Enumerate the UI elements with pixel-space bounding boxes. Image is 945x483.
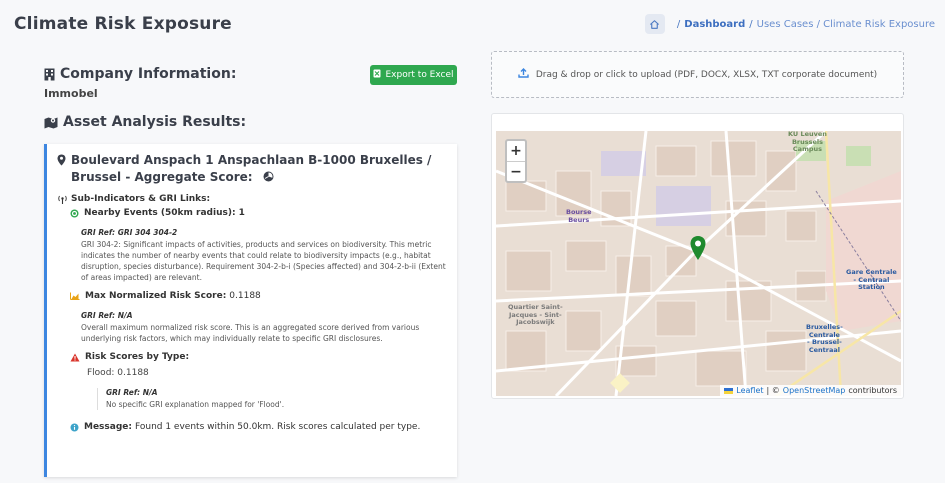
gri-description: No specific GRI explanation mapped for '… bbox=[106, 400, 285, 409]
map-label-bruxelles-centrale: Bruxelles- Centrale - Brussel- Centraal bbox=[806, 323, 843, 354]
chart-pie-icon bbox=[263, 171, 274, 182]
chart-area-icon bbox=[70, 292, 80, 300]
company-info-title: Company Information: bbox=[60, 66, 237, 82]
leaflet-link[interactable]: Leaflet bbox=[736, 386, 763, 395]
breadcrumb: / Dashboard / Uses Cases / Climate Risk … bbox=[644, 14, 935, 34]
map-tiles bbox=[496, 131, 901, 396]
breadcrumb-current[interactable]: Uses Cases / Climate Risk Exposure bbox=[757, 19, 935, 30]
gri-ref: GRI Ref: N/A bbox=[81, 311, 133, 320]
home-icon bbox=[650, 19, 660, 29]
breadcrumb-separator: / bbox=[676, 18, 681, 30]
upload-label: Drag & drop or click to upload (PDF, DOC… bbox=[535, 69, 878, 80]
map-label-gare-centrale: Gare Centrale - Centraal Station bbox=[846, 268, 897, 291]
warning-icon bbox=[70, 353, 80, 362]
export-label: Export to Excel bbox=[385, 70, 454, 80]
osm-link[interactable]: OpenStreetMap bbox=[783, 386, 846, 395]
file-upload-dropzone[interactable]: Drag & drop or click to upload (PDF, DOC… bbox=[491, 51, 904, 98]
asset-results-header: Asset Analysis Results: bbox=[44, 114, 246, 130]
asset-result-card: Boulevard Anspach 1 Anspachlaan B-1000 B… bbox=[44, 144, 457, 477]
subindicators-label: Sub-Indicators & GRI Links: bbox=[57, 194, 447, 204]
page-title: Climate Risk Exposure bbox=[14, 14, 232, 34]
max-risk-score-value: 0.1188 bbox=[229, 291, 261, 301]
breadcrumb-separator: / bbox=[749, 18, 753, 30]
info-icon bbox=[70, 423, 79, 432]
map-label-ku-leuven: KU Leuven Brussels Campus bbox=[788, 131, 827, 153]
map-marker-icon bbox=[57, 154, 66, 166]
gri-ref: GRI Ref: GRI 304 304-2 bbox=[81, 228, 178, 237]
export-to-excel-button[interactable]: Export to Excel bbox=[370, 65, 457, 85]
marker-body bbox=[690, 236, 706, 260]
max-score-gri: GRI Ref: N/A Overall maximum normalized … bbox=[81, 311, 447, 344]
nearby-events-value: 1 bbox=[238, 208, 245, 218]
gri-description: GRI 304-2: Significant impacts of activi… bbox=[81, 240, 446, 282]
flood-gri: GRI Ref: N/A No specific GRI explanation… bbox=[97, 388, 447, 410]
message-row: Message: Found 1 events within 50.0km. R… bbox=[57, 422, 447, 432]
building-icon bbox=[44, 68, 55, 80]
zoom-in-button[interactable]: + bbox=[507, 141, 525, 161]
gri-description: Overall maximum normalized risk score. T… bbox=[81, 323, 420, 343]
asset-results-title: Asset Analysis Results: bbox=[63, 114, 247, 130]
company-name: Immobel bbox=[44, 87, 98, 100]
bullseye-icon bbox=[70, 209, 79, 218]
asset-title: Boulevard Anspach 1 Anspachlaan B-1000 B… bbox=[57, 152, 447, 186]
zoom-out-button[interactable]: − bbox=[507, 161, 525, 181]
broadcast-tower-icon bbox=[58, 195, 67, 204]
asset-address: Boulevard Anspach 1 Anspachlaan B-1000 B… bbox=[71, 153, 432, 184]
message-text: Found 1 events within 50.0km. Risk score… bbox=[135, 422, 421, 432]
nearby-events-row: Nearby Events (50km radius): 1 bbox=[57, 208, 447, 218]
file-excel-icon bbox=[373, 69, 381, 81]
map-label-quartier: Quartier Saint- Jacques - Sint- Jacobswi… bbox=[508, 303, 563, 326]
map-marker-icon[interactable] bbox=[689, 235, 707, 261]
nearby-events-gri: GRI Ref: GRI 304 304-2 GRI 304-2: Signif… bbox=[81, 228, 447, 283]
breadcrumb-dashboard-link[interactable]: Dashboard bbox=[684, 19, 745, 30]
home-button[interactable] bbox=[644, 14, 665, 34]
map-card: + − Bourse Beurs Quartier Saint- Jacques… bbox=[491, 113, 904, 399]
ukraine-flag-icon bbox=[724, 387, 734, 394]
flood-score: Flood: 0.1188 bbox=[87, 368, 149, 378]
gri-ref: GRI Ref: N/A bbox=[106, 388, 158, 397]
map-label-bourse: Bourse Beurs bbox=[566, 208, 592, 224]
risk-by-type-row: Risk Scores by Type: bbox=[57, 352, 447, 362]
max-risk-score-row: Max Normalized Risk Score: 0.1188 bbox=[57, 291, 447, 301]
map-icon bbox=[44, 117, 58, 128]
map-attribution: Leaflet | © OpenStreetMap contributors bbox=[720, 385, 901, 396]
map-view[interactable]: + − Bourse Beurs Quartier Saint- Jacques… bbox=[496, 131, 901, 396]
upload-icon bbox=[518, 68, 529, 81]
company-info-header: Company Information: bbox=[44, 66, 236, 82]
zoom-control: + − bbox=[505, 139, 527, 183]
